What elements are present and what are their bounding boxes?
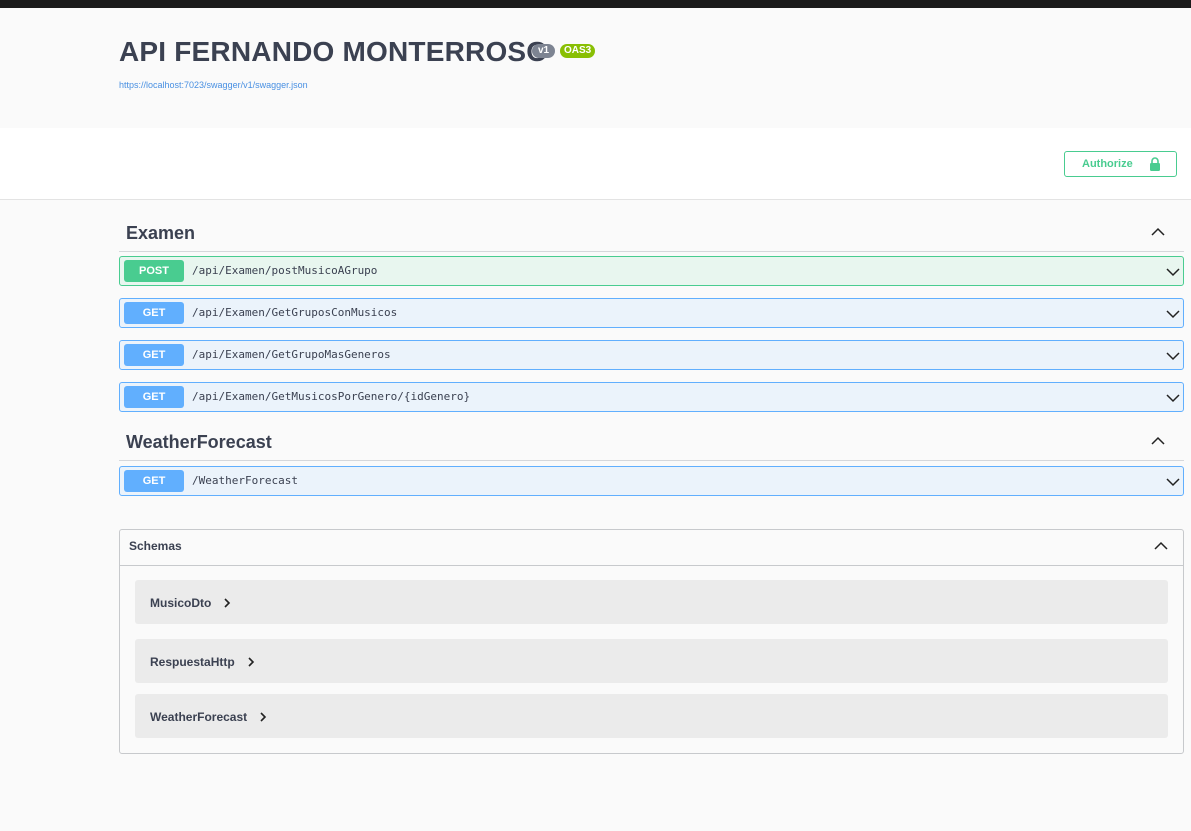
- chevron-down-icon[interactable]: [1165, 265, 1181, 283]
- op-path: /WeatherForecast: [192, 474, 298, 487]
- scheme-container: [0, 128, 1191, 200]
- model-respuestahttp[interactable]: RespuestaHttp: [135, 639, 1168, 683]
- model-label: WeatherForecast: [150, 710, 248, 724]
- model-weatherforecast[interactable]: WeatherForecast: [135, 694, 1168, 738]
- chevron-down-icon[interactable]: [1165, 349, 1181, 367]
- chevron-up-icon[interactable]: [1150, 225, 1166, 244]
- tag-examen[interactable]: Examen: [119, 217, 1184, 252]
- model-name: MusicoDto: [150, 596, 231, 611]
- model-musicodto[interactable]: MusicoDto: [135, 580, 1168, 624]
- method-badge: GET: [124, 344, 184, 366]
- chevron-down-icon[interactable]: [1165, 391, 1181, 409]
- op-get-musicos-por-genero[interactable]: GET /api/Examen/GetMusicosPorGenero/{idG…: [119, 382, 1184, 412]
- lock-icon: [1148, 156, 1162, 175]
- chevron-right-icon[interactable]: [247, 656, 255, 670]
- op-get-weatherforecast[interactable]: GET /WeatherForecast: [119, 466, 1184, 496]
- chevron-right-icon[interactable]: [223, 597, 231, 611]
- schemas-header[interactable]: Schemas: [120, 530, 1183, 566]
- model-label: RespuestaHttp: [150, 655, 235, 669]
- tag-examen-title: Examen: [126, 223, 196, 243]
- api-info: [0, 8, 1191, 128]
- op-path: /api/Examen/postMusicoAGrupo: [192, 264, 378, 277]
- method-badge: GET: [124, 386, 184, 408]
- method-badge: GET: [124, 302, 184, 324]
- tag-weatherforecast[interactable]: WeatherForecast: [119, 426, 1184, 461]
- op-post-musico-a-grupo[interactable]: POST /api/Examen/postMusicoAGrupo: [119, 256, 1184, 286]
- op-get-grupo-mas-generos[interactable]: GET /api/Examen/GetGrupoMasGeneros: [119, 340, 1184, 370]
- chevron-right-icon[interactable]: [259, 711, 267, 725]
- model-name: RespuestaHttp: [150, 655, 255, 670]
- method-badge: POST: [124, 260, 184, 282]
- op-path: /api/Examen/GetGruposConMusicos: [192, 306, 398, 319]
- op-path: /api/Examen/GetMusicosPorGenero/{idGener…: [192, 390, 471, 403]
- top-bar: [0, 0, 1191, 8]
- authorize-button[interactable]: Authorize: [1064, 151, 1177, 177]
- chevron-down-icon[interactable]: [1165, 475, 1181, 493]
- tag-weatherforecast-title: WeatherForecast: [126, 432, 272, 452]
- op-path: /api/Examen/GetGrupoMasGeneros: [192, 348, 391, 361]
- page-title: API FERNANDO MONTERROSO: [119, 36, 549, 67]
- schemas-section: Schemas MusicoDto RespuestaHttp WeatherF…: [119, 529, 1184, 754]
- method-badge: GET: [124, 470, 184, 492]
- model-name: WeatherForecast: [150, 710, 267, 725]
- model-label: MusicoDto: [150, 596, 212, 610]
- authorize-label: Authorize: [1082, 158, 1133, 170]
- spec-url-link[interactable]: https://localhost:7023/swagger/v1/swagge…: [119, 80, 308, 90]
- version-badge: v1: [532, 44, 556, 58]
- op-get-grupos-con-musicos[interactable]: GET /api/Examen/GetGruposConMusicos: [119, 298, 1184, 328]
- schemas-title: Schemas: [129, 539, 182, 553]
- chevron-up-icon[interactable]: [1153, 539, 1169, 558]
- chevron-down-icon[interactable]: [1165, 307, 1181, 325]
- oas-badge: OAS3: [560, 44, 596, 58]
- chevron-up-icon[interactable]: [1150, 434, 1166, 453]
